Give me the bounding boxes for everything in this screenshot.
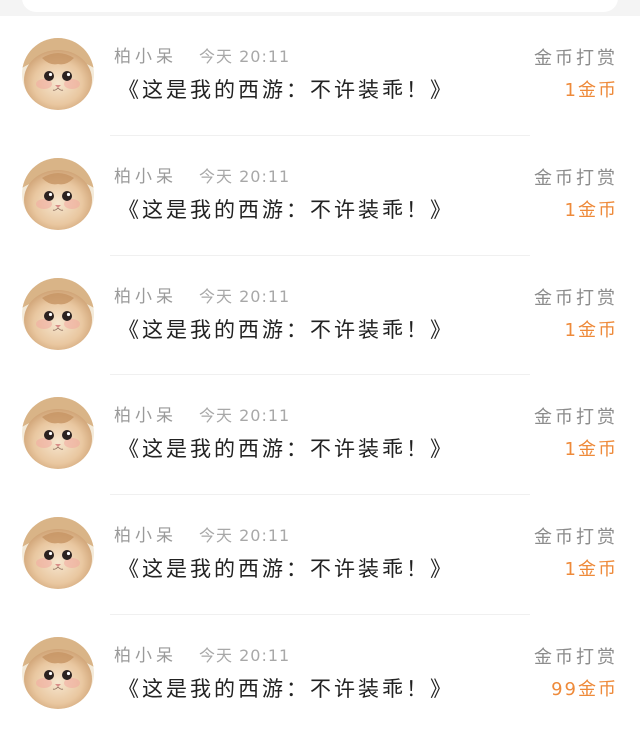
list-item[interactable]: 柏小呆 今天 20:11 《这是我的西游：不许装乖！》 金币打赏 1金币	[0, 495, 640, 615]
cat-avatar-icon[interactable]	[22, 157, 94, 230]
list-item[interactable]: 柏小呆 今天 20:11 《这是我的西游：不许装乖！》 金币打赏 99金币	[0, 615, 640, 735]
book-title[interactable]: 《这是我的西游：不许装乖！》	[118, 673, 454, 703]
cat-face-icon	[22, 397, 94, 470]
username[interactable]: 柏小呆	[114, 521, 177, 546]
reward-label: 金币打赏	[534, 407, 618, 429]
reward-label: 金币打赏	[534, 646, 618, 668]
item-meta: 柏小呆 今天 20:11	[114, 521, 290, 546]
reward-label: 金币打赏	[534, 48, 618, 69]
timestamp: 今天 20:11	[199, 526, 291, 546]
timestamp: 今天 20:11	[199, 406, 291, 426]
cat-face-icon	[22, 277, 94, 350]
book-title[interactable]: 《这是我的西游：不许装乖！》	[118, 314, 454, 344]
previous-card-edge	[22, 0, 618, 12]
cat-avatar-icon[interactable]	[22, 517, 94, 590]
username[interactable]: 柏小呆	[114, 282, 177, 307]
item-meta: 柏小呆 今天 20:11	[114, 42, 290, 67]
username[interactable]: 柏小呆	[114, 401, 177, 426]
item-meta: 柏小呆 今天 20:11	[114, 282, 290, 307]
reward-label: 金币打赏	[534, 527, 618, 549]
cat-avatar-icon[interactable]	[22, 636, 94, 709]
cat-face-icon	[22, 157, 94, 230]
timestamp: 今天 20:11	[199, 645, 291, 665]
reward-amount: 1金币	[564, 439, 618, 461]
cat-face-icon	[22, 38, 94, 110]
reward-amount: 1金币	[564, 199, 618, 221]
username[interactable]: 柏小呆	[114, 42, 177, 67]
list-item[interactable]: 柏小呆 今天 20:11 《这是我的西游：不许装乖！》 金币打赏 1金币	[0, 256, 640, 376]
book-title[interactable]: 《这是我的西游：不许装乖！》	[118, 433, 454, 463]
timestamp: 今天 20:11	[199, 166, 291, 186]
cat-face-icon	[22, 636, 94, 709]
username[interactable]: 柏小呆	[114, 162, 177, 187]
timestamp: 今天 20:11	[199, 47, 291, 66]
cat-avatar-icon[interactable]	[22, 38, 94, 110]
reward-amount: 1金币	[564, 559, 618, 581]
item-meta: 柏小呆 今天 20:11	[114, 641, 290, 666]
reward-label: 金币打赏	[534, 287, 618, 309]
list-item[interactable]: 柏小呆 今天 20:11 《这是我的西游：不许装乖！》 金币打赏 1金币	[0, 16, 640, 136]
book-title[interactable]: 《这是我的西游：不许装乖！》	[118, 553, 454, 583]
book-title[interactable]: 《这是我的西游：不许装乖！》	[118, 194, 454, 224]
cat-face-icon	[22, 517, 94, 590]
list-item[interactable]: 柏小呆 今天 20:11 《这是我的西游：不许装乖！》 金币打赏 1金币	[0, 375, 640, 496]
reward-label: 金币打赏	[534, 167, 618, 189]
item-meta: 柏小呆 今天 20:11	[114, 401, 290, 426]
cat-avatar-icon[interactable]	[22, 277, 94, 350]
list-item[interactable]: 柏小呆 今天 20:11 《这是我的西游：不许装乖！》 金币打赏 1金币	[0, 136, 640, 256]
cat-avatar-icon[interactable]	[22, 397, 94, 470]
reward-amount: 1金币	[564, 319, 618, 341]
reward-amount: 99金币	[551, 678, 618, 700]
reward-amount: 1金币	[564, 80, 618, 101]
item-meta: 柏小呆 今天 20:11	[114, 162, 290, 187]
reward-list: 柏小呆 今天 20:11 《这是我的西游：不许装乖！》 金币打赏 1金币 柏小呆…	[0, 16, 640, 735]
top-strip	[0, 0, 640, 14]
book-title[interactable]: 《这是我的西游：不许装乖！》	[118, 74, 454, 104]
username[interactable]: 柏小呆	[114, 641, 177, 666]
timestamp: 今天 20:11	[199, 286, 291, 306]
